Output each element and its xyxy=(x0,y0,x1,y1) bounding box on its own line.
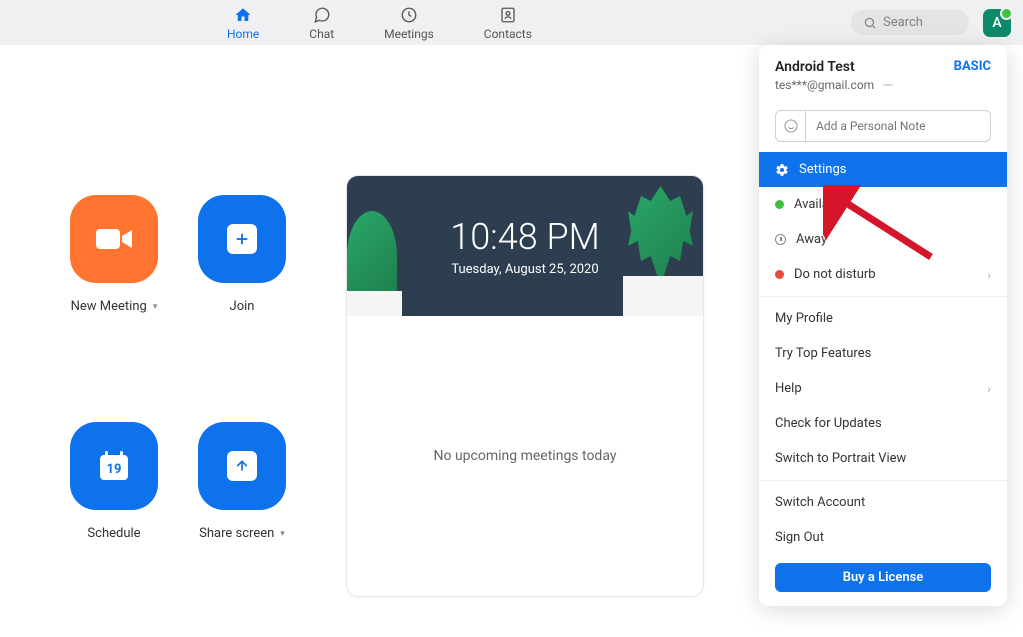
video-icon xyxy=(94,225,134,253)
divider xyxy=(759,296,1007,297)
chevron-right-icon: › xyxy=(987,268,991,282)
link-icon xyxy=(880,80,896,90)
divider xyxy=(759,480,1007,481)
action-join: Join xyxy=(198,195,286,370)
tab-meetings-label: Meetings xyxy=(384,27,434,41)
chat-icon xyxy=(312,5,332,25)
time-text: 10:48 PM xyxy=(450,216,600,258)
tab-chat-label: Chat xyxy=(309,27,334,41)
home-icon xyxy=(233,5,253,25)
menu-sign-out[interactable]: Sign Out xyxy=(759,520,1007,555)
search-placeholder: Search xyxy=(883,15,923,30)
date-text: Tuesday, August 25, 2020 xyxy=(451,262,598,277)
menu-settings[interactable]: Settings xyxy=(759,152,1007,187)
action-grid: New Meeting ▾ Join 19 Schedule xyxy=(70,195,286,597)
plus-icon xyxy=(227,224,257,254)
avatar-letter: A xyxy=(992,15,1001,31)
search-icon xyxy=(863,16,877,30)
emoji-icon[interactable] xyxy=(776,111,806,141)
schedule-label: Schedule xyxy=(87,526,140,541)
tab-chat[interactable]: Chat xyxy=(309,5,334,41)
note-input[interactable] xyxy=(806,112,990,140)
top-bar: Home Chat Meetings Contacts Search A xyxy=(0,0,1023,45)
menu-help[interactable]: Help › xyxy=(759,371,1007,406)
tab-home-label: Home xyxy=(227,27,259,41)
menu-dnd[interactable]: Do not disturb › xyxy=(759,257,1007,292)
chevron-right-icon: › xyxy=(987,382,991,396)
join-label: Join xyxy=(230,299,255,314)
contacts-icon xyxy=(498,5,518,25)
action-schedule: 19 Schedule xyxy=(70,422,158,597)
action-share-screen: Share screen ▾ xyxy=(198,422,286,597)
chevron-down-icon: ▾ xyxy=(280,529,285,539)
topbar-right: Search A xyxy=(851,9,1011,37)
svg-text:19: 19 xyxy=(107,462,122,477)
schedule-button[interactable]: 19 xyxy=(70,422,158,510)
tab-contacts[interactable]: Contacts xyxy=(484,5,532,41)
menu-switch-account[interactable]: Switch Account xyxy=(759,485,1007,520)
meeting-panel: 10:48 PM Tuesday, August 25, 2020 No upc… xyxy=(346,175,704,597)
share-screen-label[interactable]: Share screen ▾ xyxy=(199,526,285,541)
personal-note[interactable] xyxy=(775,110,991,142)
profile-email: tes***@gmail.com xyxy=(775,78,991,92)
arrow-up-icon xyxy=(227,451,257,481)
calendar-icon: 19 xyxy=(94,446,134,486)
meeting-banner: 10:48 PM Tuesday, August 25, 2020 xyxy=(347,176,703,316)
decorative-plant-left xyxy=(347,211,407,316)
tab-contacts-label: Contacts xyxy=(484,27,532,41)
menu-available[interactable]: Available xyxy=(759,187,1007,222)
buy-license-button[interactable]: Buy a License xyxy=(775,563,991,592)
join-button[interactable] xyxy=(198,195,286,283)
gear-icon xyxy=(775,163,789,177)
new-meeting-label[interactable]: New Meeting ▾ xyxy=(71,299,158,314)
nav-tabs: Home Chat Meetings Contacts xyxy=(227,5,532,41)
search-input[interactable]: Search xyxy=(851,10,969,35)
meeting-body: No upcoming meetings today xyxy=(347,316,703,596)
status-dnd-icon xyxy=(775,270,784,279)
menu-check-updates[interactable]: Check for Updates xyxy=(759,406,1007,441)
profile-menu: Android Test tes***@gmail.com BASIC Sett… xyxy=(759,45,1007,606)
profile-header: Android Test tes***@gmail.com BASIC xyxy=(759,45,1007,102)
action-new-meeting: New Meeting ▾ xyxy=(70,195,158,370)
status-away-icon xyxy=(775,234,786,245)
avatar[interactable]: A xyxy=(983,9,1011,37)
status-green-icon xyxy=(775,200,784,209)
plan-badge: BASIC xyxy=(954,59,991,74)
clock-icon xyxy=(399,5,419,25)
menu-portrait[interactable]: Switch to Portrait View xyxy=(759,441,1007,476)
chevron-down-icon: ▾ xyxy=(153,302,158,312)
tab-home[interactable]: Home xyxy=(227,5,259,41)
menu-try-features[interactable]: Try Top Features xyxy=(759,336,1007,371)
menu-my-profile[interactable]: My Profile xyxy=(759,301,1007,336)
share-screen-button[interactable] xyxy=(198,422,286,510)
no-meetings-text: No upcoming meetings today xyxy=(434,448,617,464)
tab-meetings[interactable]: Meetings xyxy=(384,5,434,41)
new-meeting-button[interactable] xyxy=(70,195,158,283)
decorative-plant-right xyxy=(613,186,703,316)
menu-away[interactable]: Away xyxy=(759,222,1007,257)
